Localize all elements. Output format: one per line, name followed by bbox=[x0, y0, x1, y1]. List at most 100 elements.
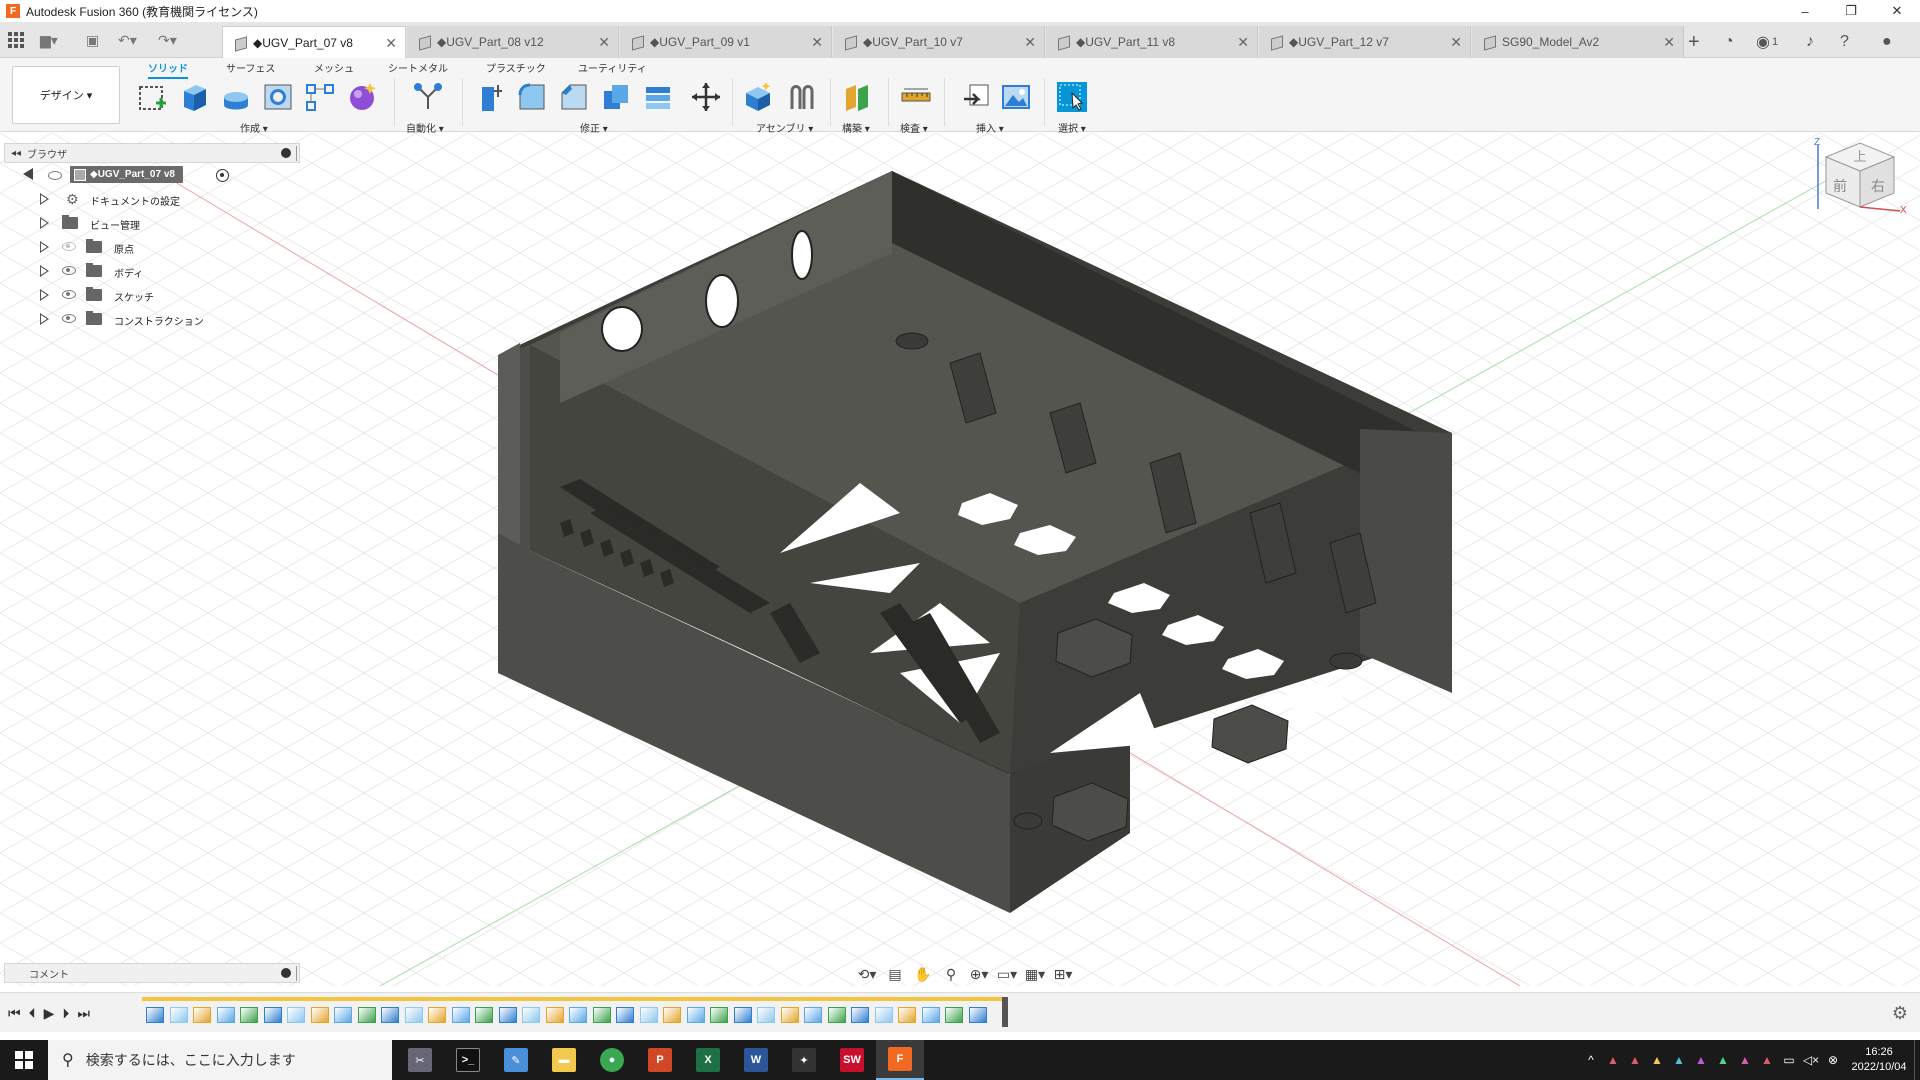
insert-derive-icon[interactable] bbox=[960, 81, 992, 113]
grid-snap-icon[interactable]: ▦▾ bbox=[1023, 964, 1047, 984]
timeline-feature-icon[interactable] bbox=[616, 1007, 634, 1023]
tab-solid[interactable]: ソリッド bbox=[148, 58, 188, 79]
undo-icon[interactable]: ↶▾ bbox=[118, 30, 137, 50]
add-comment-icon[interactable] bbox=[281, 968, 291, 978]
timeline-feature-icon[interactable] bbox=[287, 1007, 305, 1023]
expand-arrow-icon[interactable] bbox=[40, 313, 49, 325]
expand-arrow-icon[interactable] bbox=[40, 193, 49, 205]
step-forward-icon[interactable]: ⏵ bbox=[62, 1005, 69, 1022]
measure-icon[interactable] bbox=[900, 81, 932, 113]
go-to-start-icon[interactable]: ⏮ bbox=[8, 1005, 21, 1022]
tab-ugv-part-11[interactable]: ◆UGV_Part_11 v8 ✕ bbox=[1046, 26, 1258, 58]
taskbar-app-word[interactable]: W bbox=[732, 1040, 780, 1080]
fillet-icon[interactable] bbox=[516, 81, 548, 113]
timeline-feature-icon[interactable] bbox=[804, 1007, 822, 1023]
user-avatar[interactable]: ● bbox=[1882, 26, 1892, 58]
timeline-feature-icon[interactable] bbox=[968, 1007, 987, 1023]
browser-item-origin[interactable]: 原点 bbox=[4, 235, 300, 259]
timeline-feature-icon[interactable] bbox=[921, 1007, 940, 1023]
tab-ugv-part-09[interactable]: ◆UGV_Part_09 v1 ✕ bbox=[620, 26, 832, 58]
tab-ugv-part-08[interactable]: ◆UGV_Part_08 v12 ✕ bbox=[407, 26, 619, 58]
hole-icon[interactable] bbox=[262, 81, 294, 113]
expand-arrow-icon[interactable] bbox=[40, 241, 49, 253]
tab-sheet-metal[interactable]: シートメタル bbox=[388, 58, 448, 77]
browser-root[interactable]: ◆UGV_Part_07 v8 bbox=[4, 163, 300, 187]
tray-app-icon[interactable]: ▲ bbox=[1690, 1053, 1712, 1067]
create-sketch-icon[interactable] bbox=[136, 81, 168, 113]
tab-ugv-part-12[interactable]: ◆UGV_Part_12 v7 ✕ bbox=[1259, 26, 1471, 58]
timeline-feature-icon[interactable] bbox=[780, 1007, 799, 1023]
go-to-end-icon[interactable]: ⏭ bbox=[77, 1005, 90, 1022]
new-tab-button[interactable]: + bbox=[1688, 26, 1700, 58]
taskbar-app-notes[interactable]: ✎ bbox=[492, 1040, 540, 1080]
timeline-feature-icon[interactable] bbox=[851, 1007, 869, 1023]
timeline-feature-icon[interactable] bbox=[663, 1007, 681, 1023]
timeline-feature-icon[interactable] bbox=[874, 1007, 893, 1023]
timeline-settings-gear-icon[interactable]: ⚙ bbox=[1892, 1003, 1908, 1024]
taskbar-app-powerpoint[interactable]: P bbox=[636, 1040, 684, 1080]
revolve-icon[interactable] bbox=[220, 81, 252, 113]
collapse-icon[interactable]: ◂◂ bbox=[11, 148, 21, 159]
timeline-feature-icon[interactable] bbox=[381, 1007, 399, 1023]
new-component-icon[interactable] bbox=[742, 81, 774, 113]
workspace-switcher[interactable]: デザイン ▾ bbox=[12, 66, 120, 124]
orbit-icon[interactable]: ⟲▾ bbox=[855, 964, 879, 984]
browser-item-construction[interactable]: コンストラクション bbox=[4, 307, 300, 331]
insert-canvas-icon[interactable] bbox=[1000, 81, 1032, 113]
close-tab-icon[interactable]: ✕ bbox=[1450, 34, 1462, 51]
pin-icon[interactable] bbox=[281, 148, 291, 158]
save-icon[interactable]: ▣ bbox=[86, 30, 99, 50]
combine-icon[interactable] bbox=[642, 81, 674, 113]
tab-plastic[interactable]: プラスチック bbox=[486, 58, 546, 77]
taskbar-clock[interactable]: 16:26 2022/10/04 bbox=[1844, 1045, 1914, 1075]
panel-resize-handle[interactable] bbox=[296, 966, 299, 981]
chamfer-icon[interactable] bbox=[558, 81, 590, 113]
timeline-feature-icon[interactable] bbox=[146, 1007, 164, 1023]
timeline-feature-icon[interactable] bbox=[263, 1007, 282, 1023]
select-icon[interactable] bbox=[1056, 81, 1088, 113]
tab-ugv-part-07[interactable]: ◆UGV_Part_07 v8 ✕ bbox=[222, 26, 406, 58]
close-tab-icon[interactable]: ✕ bbox=[385, 35, 397, 52]
taskbar-app-excel[interactable]: X bbox=[684, 1040, 732, 1080]
taskbar-app-game[interactable]: ✦ bbox=[780, 1040, 828, 1080]
help-icon[interactable]: ? bbox=[1840, 26, 1849, 58]
timeline-feature-icon[interactable] bbox=[240, 1007, 258, 1023]
comments-header[interactable]: コメント bbox=[4, 963, 300, 983]
timeline-feature-icon[interactable] bbox=[428, 1007, 446, 1023]
expand-arrow-icon[interactable] bbox=[40, 217, 49, 229]
tab-ugv-part-10[interactable]: ◆UGV_Part_10 v7 ✕ bbox=[833, 26, 1045, 58]
extrude-icon[interactable] bbox=[178, 81, 210, 113]
step-back-icon[interactable]: ⏴ bbox=[29, 1005, 36, 1022]
joint-icon[interactable] bbox=[786, 81, 818, 113]
taskbar-app-solidworks[interactable]: SW bbox=[828, 1040, 876, 1080]
browser-header[interactable]: ◂◂ ブラウザ bbox=[4, 143, 300, 163]
timeline-feature-icon[interactable] bbox=[522, 1007, 540, 1023]
volume-muted-icon[interactable]: ◁× bbox=[1800, 1053, 1822, 1067]
tray-app-icon[interactable]: ▲ bbox=[1734, 1053, 1756, 1067]
data-panel-grid-icon[interactable] bbox=[6, 30, 26, 50]
extensions-icon[interactable]: ◔ bbox=[1724, 26, 1734, 58]
look-at-icon[interactable]: ▤ bbox=[883, 964, 907, 984]
close-tab-icon[interactable]: ✕ bbox=[1663, 34, 1675, 51]
visibility-eye-icon[interactable] bbox=[62, 290, 76, 299]
viewports-icon[interactable]: ⊞▾ bbox=[1051, 964, 1075, 984]
timeline-feature-icon[interactable] bbox=[193, 1007, 211, 1023]
collapse-arrow-icon[interactable] bbox=[23, 168, 33, 180]
timeline-feature-icon[interactable] bbox=[592, 1007, 611, 1023]
timeline-feature-icon[interactable] bbox=[639, 1007, 658, 1023]
file-menu-icon[interactable]: ▆▾ bbox=[40, 30, 58, 50]
offset-plane-icon[interactable] bbox=[842, 81, 874, 113]
browser-item-sketches[interactable]: スケッチ bbox=[4, 283, 300, 307]
browser-item-document-settings[interactable]: ⚙ ドキュメントの設定 bbox=[4, 187, 300, 211]
timeline-feature-icon[interactable] bbox=[757, 1007, 775, 1023]
timeline-feature-icon[interactable] bbox=[216, 1007, 235, 1023]
minimize-button[interactable]: – bbox=[1782, 0, 1828, 22]
expand-arrow-icon[interactable] bbox=[40, 265, 49, 277]
timeline-feature-icon[interactable] bbox=[945, 1007, 963, 1023]
close-tab-icon[interactable]: ✕ bbox=[598, 34, 610, 51]
timeline-feature-icon[interactable] bbox=[310, 1007, 329, 1023]
taskbar-app-chrome[interactable]: ● bbox=[588, 1040, 636, 1080]
tab-sg90-model[interactable]: SG90_Model_Av2 ✕ bbox=[1472, 26, 1684, 58]
activate-component-icon[interactable] bbox=[216, 169, 229, 182]
timeline-feature-icon[interactable] bbox=[710, 1007, 728, 1023]
